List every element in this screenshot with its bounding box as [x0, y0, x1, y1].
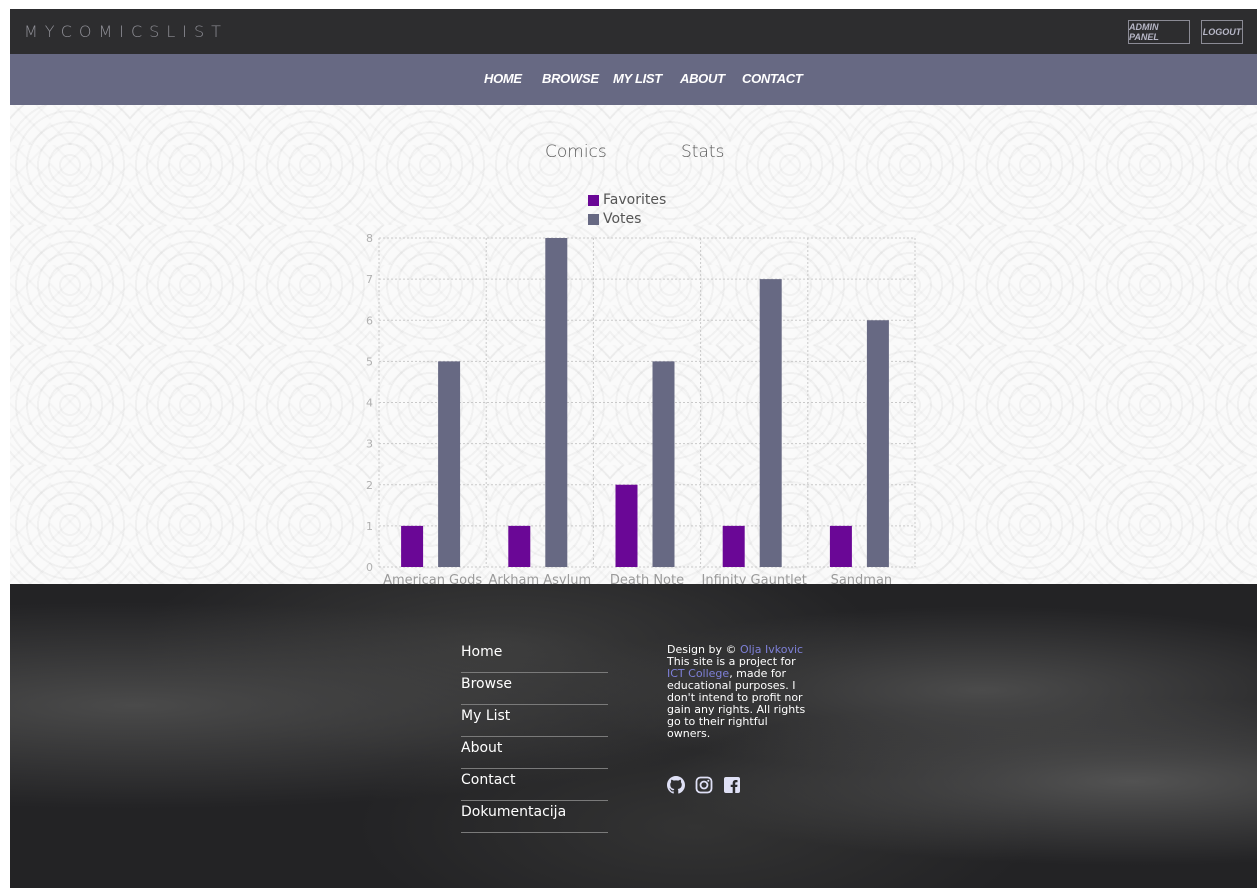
y-tick-label: 0	[366, 561, 373, 574]
nav-home[interactable]: HOME	[484, 71, 522, 86]
y-tick-label: 8	[366, 232, 373, 245]
bar-favorites-3	[722, 525, 745, 567]
footer-nav: Home Browse My List About Contact Dokume…	[461, 641, 608, 833]
top-bar: MYCOMICSLIST ADMIN PANEL LOGOUT	[10, 9, 1257, 54]
bar-favorites-4	[829, 525, 852, 567]
main-nav: HOME BROWSE MY LIST ABOUT CONTACT	[10, 54, 1257, 105]
y-tick-label: 6	[366, 314, 373, 327]
x-tick-label: Arkham Asylum	[488, 573, 591, 584]
admin-panel-button[interactable]: ADMIN PANEL	[1128, 20, 1190, 44]
site-logo[interactable]: MYCOMICSLIST	[24, 22, 228, 41]
bar-votes-0	[438, 361, 461, 567]
x-tick-label: Sandman	[831, 573, 893, 584]
instagram-icon[interactable]	[695, 776, 713, 794]
nav-browse[interactable]: BROWSE	[542, 71, 599, 86]
y-tick-label: 7	[366, 273, 373, 286]
y-tick-label: 1	[366, 520, 373, 533]
y-tick-label: 4	[366, 397, 373, 410]
y-tick-label: 3	[366, 438, 373, 451]
nav-about[interactable]: ABOUT	[680, 71, 725, 86]
x-tick-label: Death Note	[610, 573, 684, 584]
bar-favorites-0	[401, 525, 424, 567]
page: MYCOMICSLIST ADMIN PANEL LOGOUT HOME BRO…	[10, 9, 1257, 888]
x-tick-label: Infinity Gauntlet	[702, 573, 807, 584]
bar-favorites-1	[508, 525, 531, 567]
bar-votes-2	[652, 361, 675, 567]
bar-favorites-2	[615, 484, 638, 567]
social-links	[667, 776, 741, 794]
bar-votes-1	[545, 238, 568, 567]
footer-link-about[interactable]: About	[461, 737, 608, 769]
footer-link-contact[interactable]: Contact	[461, 769, 608, 801]
nav-my-list[interactable]: MY LIST	[613, 71, 662, 86]
footer-about-text: Design by © Olja Ivkovic This site is a …	[667, 644, 807, 740]
footer-link-browse[interactable]: Browse	[461, 673, 608, 705]
footer-link-my-list[interactable]: My List	[461, 705, 608, 737]
bar-votes-3	[759, 279, 782, 567]
bar-votes-4	[866, 320, 889, 567]
footer: Home Browse My List About Contact Dokume…	[10, 584, 1257, 888]
facebook-icon[interactable]	[723, 776, 741, 794]
bar-chart: 0 1 2 3 4 5 6 7 8 American Gods Arkham Asylum Death…	[366, 232, 916, 584]
x-tick-label: American Gods	[383, 573, 482, 584]
y-tick-label: 2	[366, 479, 373, 492]
stats-chart-section: Comics Stats Favorites Votes 0 1 2 3 4 5 6 7 8 Am…	[10, 105, 1257, 584]
footer-link-dokumentacija[interactable]: Dokumentacija	[461, 801, 608, 833]
y-tick-label: 5	[366, 355, 373, 368]
nav-contact[interactable]: CONTACT	[742, 71, 803, 86]
footer-link-home[interactable]: Home	[461, 641, 608, 673]
logout-button[interactable]: LOGOUT	[1201, 20, 1243, 44]
github-icon[interactable]	[667, 776, 685, 794]
